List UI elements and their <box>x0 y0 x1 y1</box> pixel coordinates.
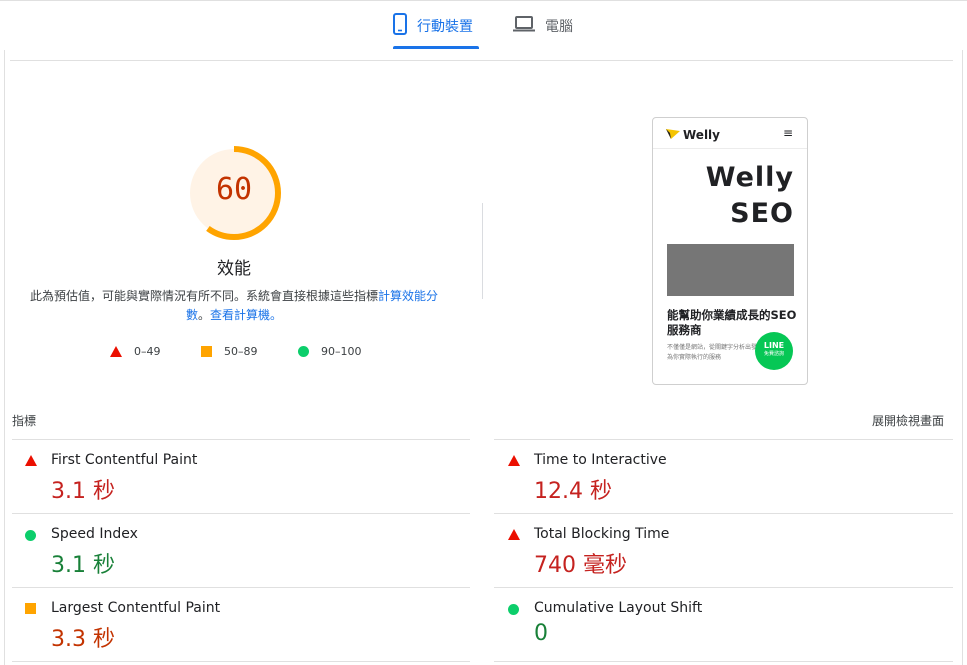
average-square-icon <box>25 603 36 614</box>
legend-pass-range: 90–100 <box>321 345 362 358</box>
pass-circle-icon <box>508 604 519 615</box>
metric-value: 12.4 秒 <box>534 479 612 504</box>
metric-time-to-interactive: Time to Interactive 12.4 秒 <box>494 440 954 514</box>
expand-view-toggle[interactable]: 展開檢視畫面 <box>872 412 944 429</box>
laptop-icon <box>513 16 535 36</box>
preview-logo-text: Welly <box>683 128 720 142</box>
metric-name: Cumulative Layout Shift <box>534 600 703 616</box>
metric-name: Largest Contentful Paint <box>51 600 221 616</box>
tab-mobile[interactable]: 行動裝置 <box>393 1 479 51</box>
preview-headline-1: Welly <box>705 162 794 193</box>
metric-name: Speed Index <box>51 526 138 542</box>
description-text: 此為預估值，可能與實際情況有所不同。系統會直接根據這些指標 <box>29 289 378 303</box>
tab-desktop-label: 電腦 <box>545 19 573 35</box>
preview-headline-2: SEO <box>730 198 794 229</box>
metric-total-blocking-time: Total Blocking Time 740 毫秒 <box>494 514 954 588</box>
active-tab-indicator <box>393 46 479 49</box>
line-sub-label: 免費諮詢 <box>763 351 784 357</box>
preview-header: Welly ≡ <box>653 118 807 149</box>
metric-cumulative-layout-shift: Cumulative Layout Shift 0 <box>494 588 954 662</box>
fail-triangle-icon <box>508 529 520 540</box>
legend-fail: 0–49 <box>110 345 161 358</box>
preview-image-placeholder <box>667 244 794 296</box>
metrics-heading: 指標 <box>12 414 37 428</box>
performance-score: 60 <box>215 172 253 207</box>
metric-name: Time to Interactive <box>534 452 667 468</box>
hamburger-menu-icon: ≡ <box>783 126 794 140</box>
tab-desktop[interactable]: 電腦 <box>513 1 573 51</box>
metric-first-contentful-paint: First Contentful Paint 3.1 秒 <box>11 440 471 514</box>
fail-triangle-icon <box>508 455 520 466</box>
legend-average: 50–89 <box>201 345 258 358</box>
metric-value: 0 <box>534 621 548 646</box>
preview-body-text: 不僅僅是網站，從關鍵字分析出發能為你實際執行的服務 <box>667 344 764 361</box>
tab-mobile-label: 行動裝置 <box>417 19 473 35</box>
square-icon <box>201 346 212 357</box>
performance-title: 效能 <box>217 259 251 279</box>
preview-logo: Welly <box>666 128 720 142</box>
circle-icon <box>298 346 309 357</box>
metric-speed-index: Speed Index 3.1 秒 <box>11 514 471 588</box>
line-label: LINE <box>763 341 785 350</box>
metric-name: Total Blocking Time <box>534 526 670 542</box>
metric-value: 740 毫秒 <box>534 553 627 578</box>
frame-border-right <box>962 50 963 665</box>
metric-value: 3.3 秒 <box>51 627 115 652</box>
line-chat-badge: LINE 免費諮詢 <box>755 332 793 370</box>
triangle-icon <box>110 346 122 357</box>
legend-fail-range: 0–49 <box>134 345 161 358</box>
performance-description: 此為預估值，可能與實際情況有所不同。系統會直接根據這些指標計算效能分數。查看計算… <box>28 287 440 325</box>
frame-border-left <box>4 50 5 665</box>
metric-largest-contentful-paint: Largest Contentful Paint 3.3 秒 <box>11 588 471 662</box>
pass-circle-icon <box>25 530 36 541</box>
legend-pass: 90–100 <box>298 345 362 358</box>
page-screenshot-preview: Welly ≡ Welly SEO 能幫助你業績成長的SEO服務商 不僅僅是網站… <box>652 117 808 385</box>
paper-plane-icon <box>666 128 680 142</box>
description-separator: 。 <box>197 308 210 322</box>
summary-divider <box>482 203 483 299</box>
device-tabs: 行動裝置 電腦 <box>0 0 967 51</box>
metric-value: 3.1 秒 <box>51 553 115 578</box>
legend-average-range: 50–89 <box>224 345 258 358</box>
metric-value: 3.1 秒 <box>51 479 115 504</box>
calculator-link[interactable]: 查看計算機。 <box>210 308 282 322</box>
fail-triangle-icon <box>25 455 37 466</box>
metric-name: First Contentful Paint <box>51 452 198 468</box>
mobile-phone-icon <box>393 13 407 39</box>
frame-divider-top <box>10 60 953 61</box>
